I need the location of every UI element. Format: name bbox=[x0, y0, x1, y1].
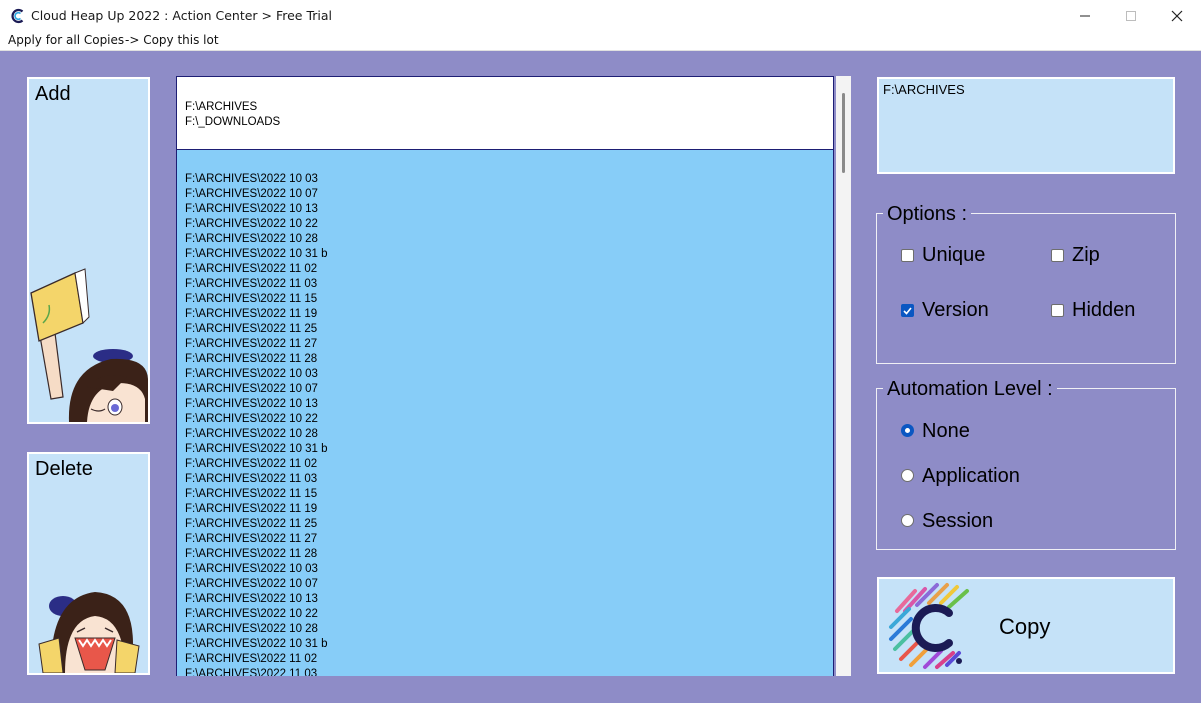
window-title: Cloud Heap Up 2022 : Action Center > Fre… bbox=[31, 8, 333, 23]
zip-checkbox[interactable] bbox=[1051, 249, 1064, 262]
none-radio[interactable] bbox=[901, 424, 914, 437]
list-item[interactable]: F:\ARCHIVES\2022 10 13 bbox=[185, 397, 328, 412]
maximize-button[interactable] bbox=[1108, 0, 1154, 31]
list-item[interactable]: F:\ARCHIVES\2022 10 22 bbox=[185, 607, 328, 622]
zip-label[interactable]: Zip bbox=[1072, 244, 1100, 267]
copy-label: Copy bbox=[999, 614, 1051, 639]
list-item[interactable]: F:\ARCHIVES\2022 10 03 bbox=[185, 367, 328, 382]
list-item[interactable]: F:\ARCHIVES\2022 11 19 bbox=[185, 502, 328, 517]
list-item[interactable]: F:\ARCHIVES\2022 10 07 bbox=[185, 577, 328, 592]
add-button[interactable]: Add bbox=[27, 77, 150, 424]
options-title: Options : bbox=[883, 203, 972, 226]
list-item[interactable]: F:\ARCHIVES\2022 10 28 bbox=[185, 232, 328, 247]
list-item[interactable]: F:\ARCHIVES\2022 11 27 bbox=[185, 532, 328, 547]
list-item[interactable]: F:\ARCHIVES\2022 10 13 bbox=[185, 202, 328, 217]
list-item[interactable]: F:\ARCHIVES\2022 11 27 bbox=[185, 337, 328, 352]
none-label[interactable]: None bbox=[922, 420, 970, 443]
scrollbar-thumb[interactable] bbox=[842, 93, 845, 173]
list-item[interactable]: F:\ARCHIVES\2022 11 25 bbox=[185, 517, 328, 532]
status-strip bbox=[0, 676, 1201, 703]
version-checkbox[interactable] bbox=[901, 304, 914, 317]
list-item[interactable]: F:\ARCHIVES\2022 11 15 bbox=[185, 487, 328, 502]
list-item[interactable]: F:\ARCHIVES\2022 10 07 bbox=[185, 382, 328, 397]
destination-path: F:\ARCHIVES bbox=[883, 82, 965, 97]
session-label[interactable]: Session bbox=[922, 510, 993, 533]
automation-group bbox=[876, 388, 1176, 550]
app-logo-icon bbox=[10, 8, 26, 24]
maximize-icon bbox=[1126, 10, 1136, 21]
list-item[interactable]: F:\ARCHIVES\2022 10 13 bbox=[185, 592, 328, 607]
cloud-heap-up-logo-icon bbox=[889, 583, 969, 669]
list-item[interactable]: F:\ARCHIVES\2022 11 28 bbox=[185, 352, 328, 367]
source-folder-list[interactable]: F:\ARCHIVES F:\_DOWNLOADS bbox=[176, 76, 834, 150]
check-icon bbox=[903, 307, 912, 315]
list-item[interactable]: F:\ARCHIVES\2022 11 19 bbox=[185, 307, 328, 322]
list-item[interactable]: F:\ARCHIVES\2022 10 03 bbox=[185, 562, 328, 577]
add-label: Add bbox=[35, 83, 71, 105]
session-radio[interactable] bbox=[901, 514, 914, 527]
list-item[interactable]: F:\ARCHIVES\2022 11 02 bbox=[185, 652, 328, 667]
options-group bbox=[876, 213, 1176, 364]
menu-apply-all[interactable]: Apply for all Copies bbox=[8, 33, 124, 47]
delete-label: Delete bbox=[35, 458, 93, 480]
list-item[interactable]: F:\ARCHIVES\2022 10 31 b bbox=[185, 247, 328, 262]
list-item[interactable]: F:\ARCHIVES\2022 10 31 b bbox=[185, 637, 328, 652]
list-item[interactable]: F:\ARCHIVES\2022 11 02 bbox=[185, 262, 328, 277]
list-item[interactable]: F:\ARCHIVES\2022 10 22 bbox=[185, 412, 328, 427]
list-item[interactable]: F:\ARCHIVES\2022 11 15 bbox=[185, 292, 328, 307]
list-item[interactable]: F:\ARCHIVES\2022 11 25 bbox=[185, 322, 328, 337]
version-label[interactable]: Version bbox=[922, 299, 989, 322]
list-item[interactable]: F:\ARCHIVES\2022 10 03 bbox=[185, 172, 328, 187]
list-item[interactable]: F:\ARCHIVES\2022 10 22 bbox=[185, 217, 328, 232]
folder-list[interactable]: F:\ARCHIVES\2022 10 03 F:\ARCHIVES\2022 … bbox=[176, 150, 834, 676]
list-item[interactable]: F:\ARCHIVES\2022 11 28 bbox=[185, 547, 328, 562]
list-item[interactable]: F:\ARCHIVES\2022 10 31 b bbox=[185, 442, 328, 457]
list-item[interactable]: F:\_DOWNLOADS bbox=[185, 115, 280, 130]
unique-label[interactable]: Unique bbox=[922, 244, 985, 267]
automation-title: Automation Level : bbox=[883, 378, 1057, 401]
list-item[interactable]: F:\ARCHIVES bbox=[185, 100, 280, 115]
list-item[interactable]: F:\ARCHIVES\2022 10 28 bbox=[185, 427, 328, 442]
close-button[interactable] bbox=[1154, 0, 1200, 31]
list-item[interactable]: F:\ARCHIVES\2022 11 03 bbox=[185, 277, 328, 292]
minimize-icon bbox=[1080, 15, 1090, 16]
minimize-button[interactable] bbox=[1062, 0, 1108, 31]
girl-holding-book-illustration bbox=[30, 268, 148, 422]
list-item[interactable]: F:\ARCHIVES\2022 11 03 bbox=[185, 667, 328, 676]
list-item[interactable]: F:\ARCHIVES\2022 10 07 bbox=[185, 187, 328, 202]
application-radio[interactable] bbox=[901, 469, 914, 482]
list-item[interactable]: F:\ARCHIVES\2022 10 28 bbox=[185, 622, 328, 637]
application-label[interactable]: Application bbox=[922, 465, 1020, 488]
delete-button[interactable]: Delete bbox=[27, 452, 150, 675]
hidden-checkbox[interactable] bbox=[1051, 304, 1064, 317]
close-icon bbox=[1171, 10, 1183, 21]
girl-screaming-illustration bbox=[38, 592, 140, 673]
list-item[interactable]: F:\ARCHIVES\2022 11 02 bbox=[185, 457, 328, 472]
unique-checkbox[interactable] bbox=[901, 249, 914, 262]
menu-copy-lot[interactable]: -> Copy this lot bbox=[125, 33, 219, 47]
list-item[interactable]: F:\ARCHIVES\2022 11 03 bbox=[185, 472, 328, 487]
hidden-label[interactable]: Hidden bbox=[1072, 299, 1135, 322]
